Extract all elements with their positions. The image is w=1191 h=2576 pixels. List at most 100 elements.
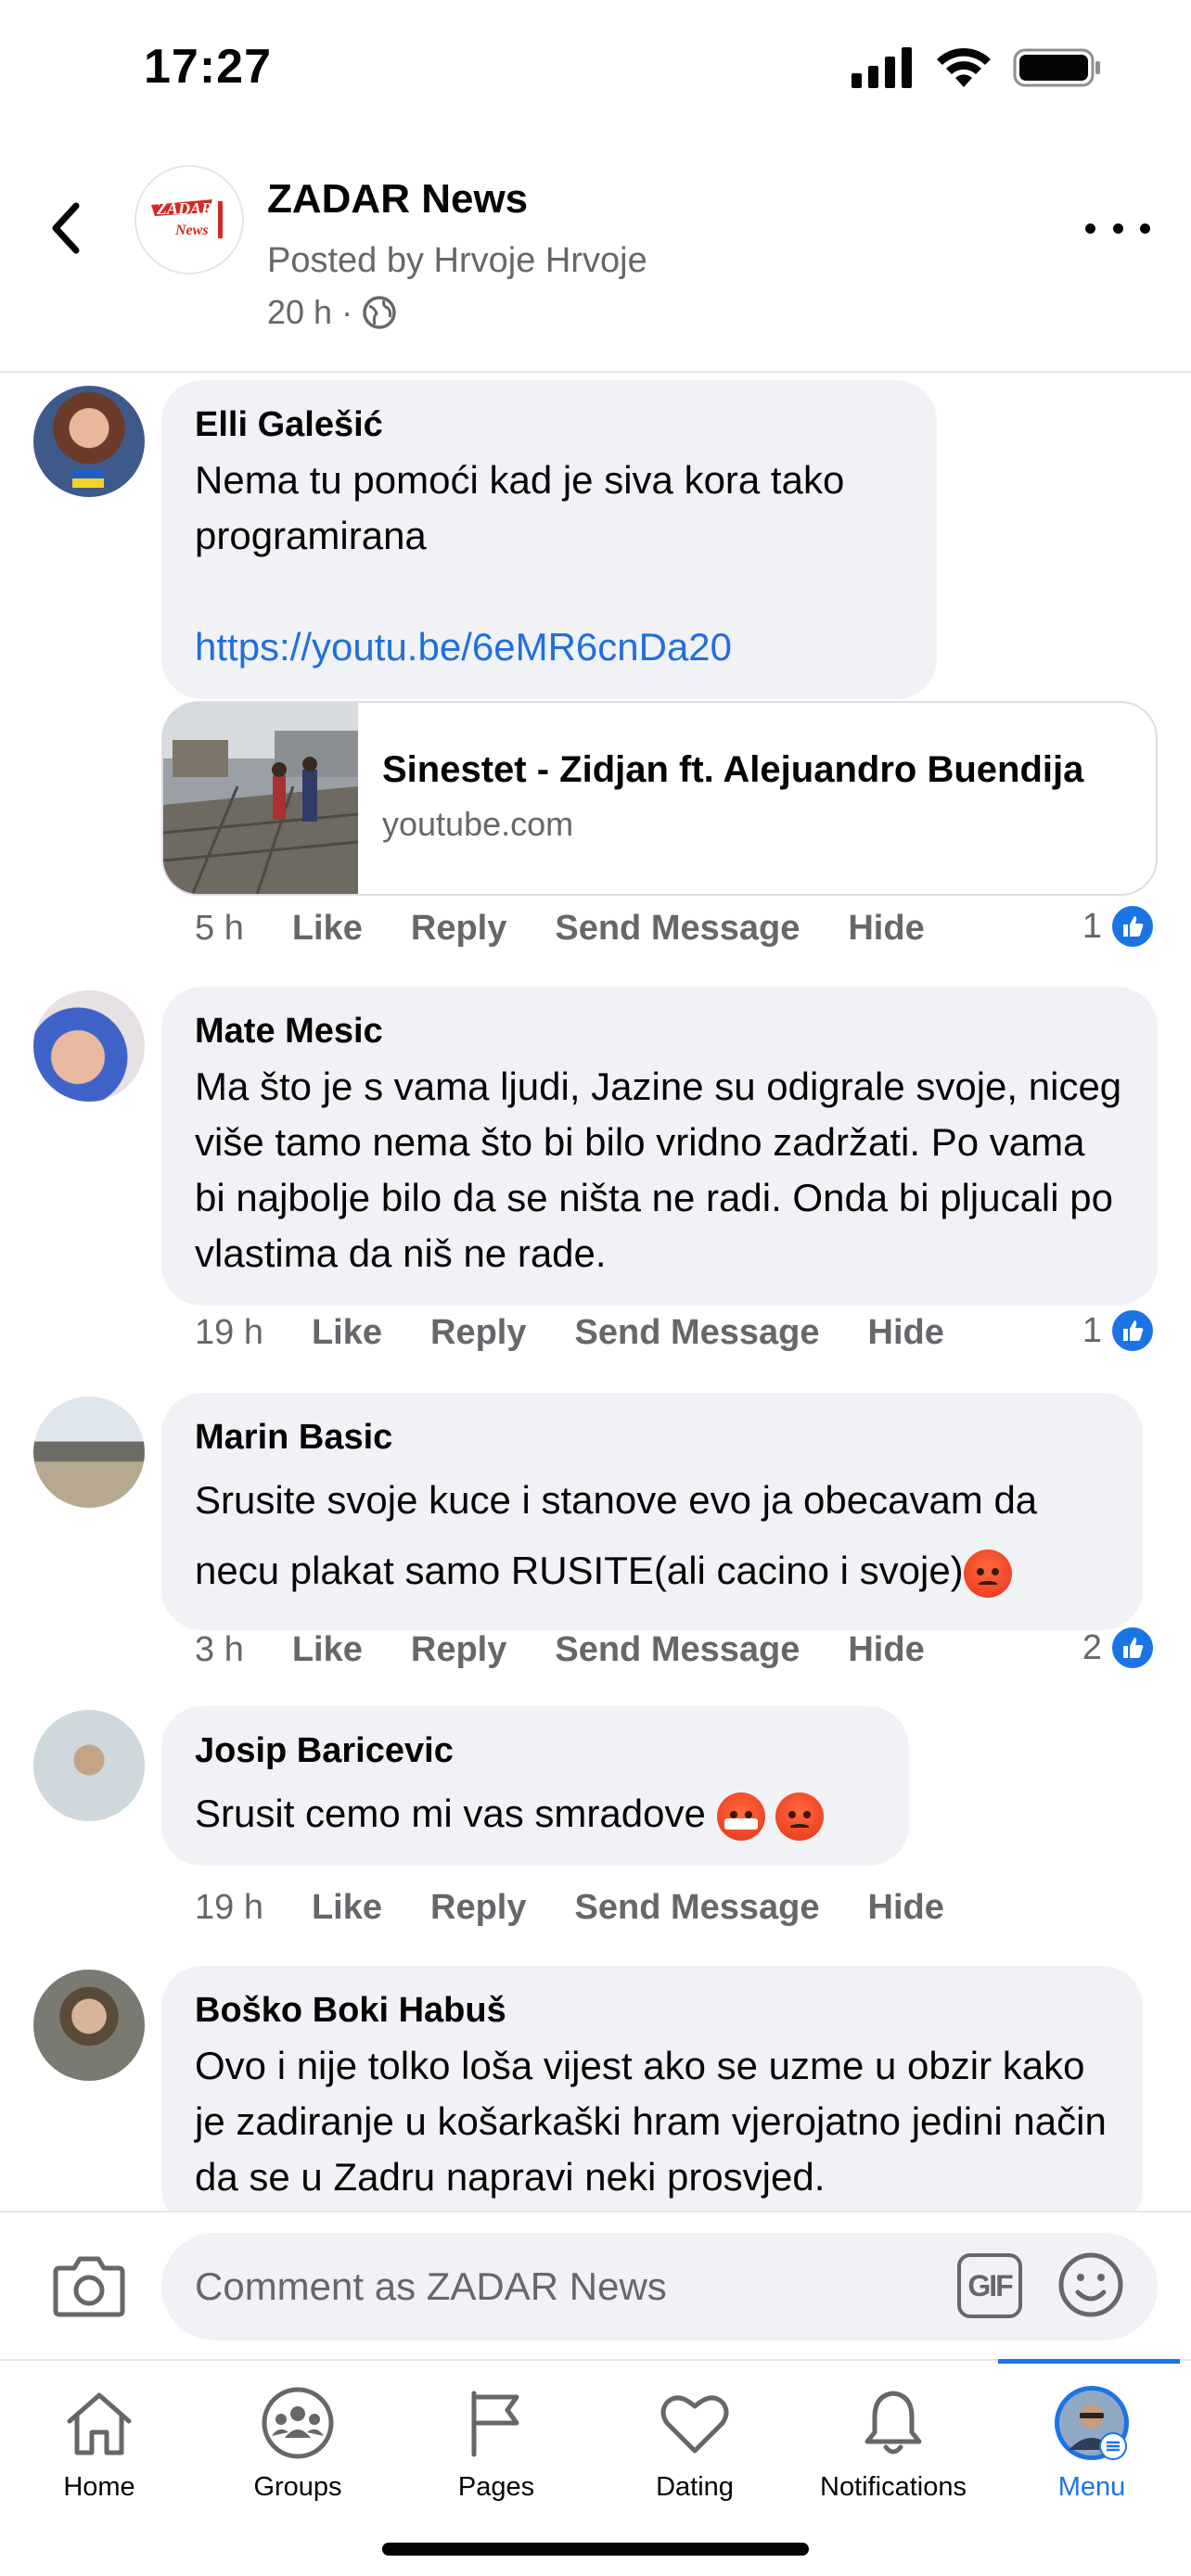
like-button[interactable]: Like <box>312 1313 382 1353</box>
comment-bubble[interactable]: Josip Baricevic Srusit cemo mi vas smrad… <box>161 1706 909 1866</box>
comment-text: Nema tu pomoći kad je siva kora tako pro… <box>195 458 845 557</box>
gif-button[interactable]: GIF <box>957 2253 1022 2318</box>
angry-emoji-icon <box>963 1549 1012 1598</box>
page-avatar[interactable]: ZADAR News <box>134 165 244 274</box>
status-bar: 17:27 <box>0 0 1191 139</box>
send-message-button[interactable]: Send Message <box>555 909 800 949</box>
reaction-count: 1 <box>1082 906 1102 946</box>
more-options-button[interactable] <box>1085 210 1150 247</box>
home-indicator[interactable] <box>382 2543 809 2556</box>
avatar[interactable] <box>33 386 145 497</box>
tab-label: Menu <box>1057 2472 1126 2502</box>
zadar-news-logo: ZADAR News <box>151 199 223 238</box>
avatar[interactable] <box>33 1970 145 2081</box>
avatar[interactable] <box>33 990 145 1102</box>
comment-bubble[interactable]: Boško Boki Habuš Ovo i nije tolko loša v… <box>161 1966 1143 2211</box>
comment-actions: 19 h Like Reply Send Message Hide <box>195 1313 944 1353</box>
send-message-button[interactable]: Send Message <box>575 1313 820 1353</box>
comment-time: 3 h <box>195 1630 244 1669</box>
reply-button[interactable]: Reply <box>430 1888 526 1928</box>
comment-bubble[interactable]: Elli Galešić Nema tu pomoći kad je siva … <box>161 380 937 699</box>
tab-notifications[interactable]: Notifications <box>794 2361 992 2528</box>
hide-button[interactable]: Hide <box>848 909 924 949</box>
reply-button[interactable]: Reply <box>430 1313 526 1353</box>
back-button[interactable] <box>37 191 93 265</box>
reply-button[interactable]: Reply <box>411 1630 506 1670</box>
cellular-signal-icon <box>852 47 912 88</box>
emoji-picker-button[interactable] <box>1057 2251 1124 2318</box>
reply-button[interactable]: Reply <box>411 909 506 949</box>
comment-author[interactable]: Marin Basic <box>195 1415 1109 1460</box>
hide-button[interactable]: Hide <box>848 1630 924 1670</box>
comment-time: 19 h <box>195 1313 263 1352</box>
comment-bubble[interactable]: Mate Mesic Ma što je s vama ljudi, Jazin… <box>161 987 1158 1306</box>
like-button[interactable]: Like <box>312 1888 382 1928</box>
reaction-count: 2 <box>1082 1627 1102 1667</box>
link-preview-thumbnail <box>163 703 358 894</box>
tab-home[interactable]: Home <box>0 2361 198 2528</box>
tab-label: Home <box>63 2472 135 2502</box>
comment-text: Ovo i nije tolko loša vijest ako se uzme… <box>195 2044 1107 2199</box>
like-reaction-icon <box>1109 1625 1156 1671</box>
bell-icon <box>853 2383 933 2463</box>
avatar[interactable] <box>33 1710 145 1821</box>
tab-groups[interactable]: Groups <box>198 2361 397 2528</box>
comment-actions: 19 h Like Reply Send Message Hide <box>195 1888 944 1928</box>
tab-label: Dating <box>656 2472 734 2502</box>
send-message-button[interactable]: Send Message <box>555 1630 800 1670</box>
status-icons <box>852 46 1102 89</box>
link-preview-card[interactable]: Sinestet - Zidjan ft. Alejuandro Buendij… <box>161 701 1158 896</box>
like-reaction-icon <box>1109 903 1156 950</box>
comment-text: Srusit cemo mi vas smradove <box>195 1786 876 1842</box>
link-preview-domain: youtube.com <box>382 805 574 843</box>
comment-author[interactable]: Boško Boki Habuš <box>195 1988 1109 2033</box>
comment-text: Srusite svoje kuce i stanove evo ja obec… <box>195 1465 1109 1606</box>
posted-by: Posted by Hrvoje Hrvoje <box>267 241 647 280</box>
comment-author[interactable]: Josip Baricevic <box>195 1728 876 1773</box>
comment-text-content: Srusite svoje kuce i stanove evo ja obec… <box>195 1478 1038 1592</box>
reaction-summary[interactable]: 1 <box>1082 1307 1156 1354</box>
post-meta: 20 h · <box>267 293 397 332</box>
wifi-icon <box>937 47 991 87</box>
groups-icon <box>258 2383 338 2463</box>
angry-emoji-icon <box>775 1792 825 1841</box>
tab-pages[interactable]: Pages <box>397 2361 596 2528</box>
post-time[interactable]: 20 h <box>267 293 332 332</box>
heart-icon <box>655 2383 735 2463</box>
comment-bubble[interactable]: Marin Basic Srusite svoje kuce i stanove… <box>161 1393 1143 1630</box>
meta-separator: · <box>341 293 353 331</box>
comment-link[interactable]: https://youtu.be/6eMR6cnDa20 <box>195 619 903 675</box>
camera-icon <box>53 2256 125 2317</box>
avatar[interactable] <box>33 1396 145 1508</box>
comment-text: Ma što je s vama ljudi, Jazine su odigra… <box>195 1065 1122 1275</box>
tab-dating[interactable]: Dating <box>596 2361 794 2528</box>
comment-author[interactable]: Mate Mesic <box>195 1009 1124 1053</box>
camera-button[interactable] <box>52 2253 126 2320</box>
comment-author[interactable]: Elli Galešić <box>195 402 903 447</box>
tab-label: Pages <box>457 2472 535 2502</box>
more-dot <box>1140 223 1150 234</box>
svg-text:News: News <box>174 223 209 238</box>
like-button[interactable]: Like <box>292 1630 363 1670</box>
status-time: 17:27 <box>144 40 272 94</box>
comment-time: 19 h <box>195 1888 263 1927</box>
post-header: ZADAR News ZADAR News Posted by Hrvoje H… <box>0 139 1191 373</box>
more-dot <box>1112 223 1123 234</box>
like-button[interactable]: Like <box>292 909 363 949</box>
profile-menu-icon <box>1052 2383 1132 2463</box>
send-message-button[interactable]: Send Message <box>575 1888 820 1928</box>
hide-button[interactable]: Hide <box>868 1888 944 1928</box>
reaction-summary[interactable]: 2 <box>1082 1625 1156 1671</box>
ukraine-flag-icon <box>72 469 104 488</box>
comment-actions: 5 h Like Reply Send Message Hide <box>195 909 925 949</box>
more-dot <box>1085 223 1095 234</box>
comments-list: Elli Galešić Nema tu pomoći kad je siva … <box>0 375 1191 2211</box>
tab-menu[interactable]: Menu <box>992 2359 1191 2528</box>
page-name[interactable]: ZADAR News <box>267 176 528 223</box>
globe-icon <box>363 296 396 329</box>
hide-button[interactable]: Hide <box>868 1313 944 1353</box>
reaction-summary[interactable]: 1 <box>1082 903 1156 950</box>
flag-icon <box>456 2383 536 2463</box>
chevron-left-icon <box>52 202 80 254</box>
reaction-count: 1 <box>1082 1310 1102 1350</box>
